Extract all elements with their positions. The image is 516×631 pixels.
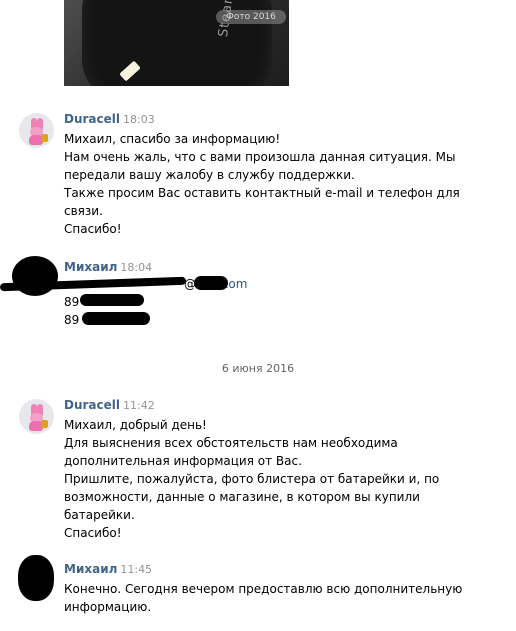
redacted-avatar [18,555,54,601]
drum-icon [41,134,48,142]
message-line: возможности, данные о магазине, в которо… [64,490,420,504]
message-line: передали вашу жалобу в службу поддержки. [64,168,355,182]
message-text: Михаил, добрый день! Для выяснения всех … [64,416,509,542]
sender-name[interactable]: Михаил 18:04 [64,260,152,275]
message-time[interactable]: 18:04 [120,261,152,274]
avatar[interactable] [19,399,54,434]
message-line: Для выяснения всех обстоятельств нам нео… [64,436,398,450]
drum-icon [41,420,48,428]
message-text: Михаил, спасибо за информацию! Нам очень… [64,130,509,238]
date-separator: 6 июня 2016 [221,362,295,375]
message-line: Михаил, спасибо за информацию! [64,132,281,146]
sender-name[interactable]: Михаил 11:45 [64,562,152,577]
avatar[interactable] [19,113,54,148]
message-time[interactable]: 11:42 [123,399,155,412]
redaction-mark [194,276,228,290]
attached-photo[interactable]: Steam C Фото 2016 [64,0,289,86]
message-time[interactable]: 18:03 [123,113,155,126]
message-line: Спасибо! [64,222,122,236]
message-line: связи. [64,204,103,218]
message-line: Также просим Вас оставить контактный e-m… [64,186,460,200]
message-line: Нам очень жаль, что с вами произошла дан… [64,150,456,164]
message-line: информацию. [64,600,152,614]
message-line: Пришлите, пожалуйста, фото блистера от б… [64,472,440,486]
message-line: Спасибо! [64,526,122,540]
sender-name[interactable]: Duracell 18:03 [64,112,155,127]
photo-stamp: Фото 2016 [216,10,286,24]
sender-name[interactable]: Duracell 11:42 [64,398,155,413]
message-time[interactable]: 11:45 [120,563,152,576]
redaction-mark [80,294,144,306]
message-line: батарейки. [64,508,135,522]
message-line: Михаил, добрый день! [64,418,207,432]
message-line: дополнительная информация от Вас. [64,454,302,468]
redaction-mark [82,312,150,325]
message-line: Конечно. Сегодня вечером предоставлю всю… [64,582,463,596]
message-text: Конечно. Сегодня вечером предоставлю всю… [64,580,509,616]
